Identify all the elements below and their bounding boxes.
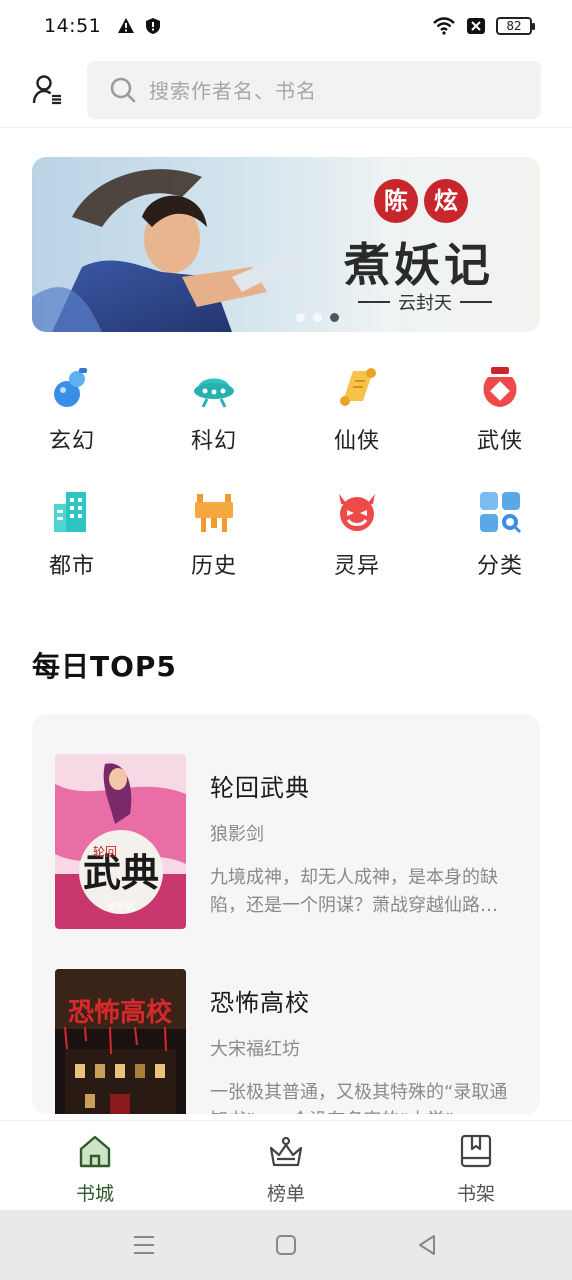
status-time: 14:51 xyxy=(44,15,102,37)
nav-label: 书城 xyxy=(75,1183,114,1205)
banner-tag-seal: 陈 炫 xyxy=(374,179,468,223)
banner-dot[interactable] xyxy=(296,313,305,322)
top-header: 搜索作者名、书名 xyxy=(0,52,572,128)
bottom-navigation: 书城 榜单 书架 xyxy=(0,1120,572,1210)
nav-label: 榜单 xyxy=(266,1183,305,1205)
book-description: 九境成神，却无人成神，是本身的缺陷，还是一个阴谋？萧战穿越仙路… xyxy=(210,867,498,916)
book-cover[interactable]: 恐怖高校 xyxy=(55,969,186,1114)
banner-dot[interactable] xyxy=(313,313,322,322)
status-bar: 14:51 82 xyxy=(0,0,572,52)
book-author: 狼影剑 xyxy=(210,824,264,845)
battery-indicator: 82 xyxy=(496,17,535,35)
book-author: 大宋福红坊 xyxy=(210,1039,300,1060)
wine-jar-icon xyxy=(483,367,517,407)
search-icon xyxy=(110,77,136,102)
book-title[interactable]: 轮回武典 xyxy=(210,768,310,803)
warning-icon xyxy=(118,18,135,33)
category-item-wuxia[interactable]: 武侠 xyxy=(450,365,550,455)
cover-title-text: 恐怖高校 xyxy=(68,997,173,1028)
battery-level: 82 xyxy=(506,19,522,33)
category-label: 科幻 xyxy=(190,429,237,454)
cover-side-text: 轮回 xyxy=(93,845,117,859)
system-navigation-bar xyxy=(0,1210,572,1280)
book-cover-art: 恐怖高校 xyxy=(55,969,186,1114)
category-item-xianxia[interactable]: 仙侠 xyxy=(307,365,407,455)
category-item-dushi[interactable]: 都市 xyxy=(22,490,122,580)
top5-list: 武典 轮回 狼影剑 轮回武典 狼影剑 九境成神，却无人成神，是本身的缺陷，还是一… xyxy=(32,714,540,1114)
banner-subtitle: 云封天 xyxy=(358,289,492,315)
cover-author-text: 狼影剑 xyxy=(107,901,134,913)
category-item-kehuan[interactable]: 科幻 xyxy=(164,365,264,455)
book-item[interactable]: 恐怖高校 恐怖高校 大宋福红坊 一张极其普通，又极其特殊的“录取通知书”，一个没… xyxy=(55,969,515,1114)
book-title[interactable]: 恐怖高校 xyxy=(210,983,310,1018)
category-label: 武侠 xyxy=(476,429,523,454)
search-placeholder: 搜索作者名、书名 xyxy=(149,79,317,103)
book-item[interactable]: 武典 轮回 狼影剑 轮回武典 狼影剑 九境成神，却无人成神，是本身的缺陷，还是一… xyxy=(55,754,515,934)
book-cover[interactable]: 武典 轮回 狼影剑 xyxy=(55,754,186,929)
user-menu-button[interactable] xyxy=(30,72,66,108)
banner-dot-active[interactable] xyxy=(330,313,339,322)
menu-icon[interactable] xyxy=(131,1232,157,1258)
category-label: 都市 xyxy=(48,554,95,579)
category-item-fenlei[interactable]: 分类 xyxy=(450,490,550,580)
category-item-lingyi[interactable]: 灵异 xyxy=(307,490,407,580)
devil-icon xyxy=(339,494,375,531)
category-label: 灵异 xyxy=(333,554,380,579)
wifi-icon xyxy=(433,17,455,35)
gourd-icon xyxy=(54,368,87,407)
no-sim-icon xyxy=(467,18,485,34)
category-label: 历史 xyxy=(190,554,237,579)
grid-search-icon xyxy=(480,492,522,534)
banner-pagination xyxy=(296,313,339,322)
banner-title: 煮妖记 xyxy=(344,238,494,292)
book-cover-art: 武典 轮回 狼影剑 xyxy=(55,754,186,929)
category-label: 仙侠 xyxy=(333,429,380,454)
ding-vessel-icon xyxy=(195,494,233,532)
crown-icon xyxy=(269,1136,303,1167)
banner-subtitle-text: 云封天 xyxy=(398,293,452,314)
section-title-top5: 每日TOP5 xyxy=(32,650,177,683)
category-item-xuanhuan[interactable]: 玄幻 xyxy=(22,365,122,455)
nav-tab-bookshelf[interactable]: 书架 xyxy=(431,1133,521,1206)
nav-tab-bookstore[interactable]: 书城 xyxy=(50,1133,140,1206)
bookshelf-icon xyxy=(460,1134,492,1168)
ufo-icon xyxy=(194,378,234,408)
category-label: 分类 xyxy=(476,554,523,579)
nav-tab-ranking[interactable]: 榜单 xyxy=(241,1133,331,1206)
user-list-icon xyxy=(32,74,61,104)
nav-label: 书架 xyxy=(456,1183,495,1205)
shield-icon xyxy=(146,18,161,34)
svg-text:陈: 陈 xyxy=(384,186,408,215)
svg-text:炫: 炫 xyxy=(434,186,458,215)
book-description: 一张极其普通，又极其特殊的“录取通知书”，一个没有名字的“大学”… xyxy=(210,1082,508,1114)
category-label: 玄幻 xyxy=(48,429,95,454)
building-icon xyxy=(54,492,86,532)
home-icon xyxy=(79,1135,111,1168)
search-input[interactable]: 搜索作者名、书名 xyxy=(87,60,541,119)
scroll-icon xyxy=(340,368,376,406)
home-square-icon[interactable] xyxy=(273,1232,299,1258)
back-icon[interactable] xyxy=(414,1232,440,1258)
category-item-lishi[interactable]: 历史 xyxy=(164,490,264,580)
banner-illustration xyxy=(32,169,302,332)
promo-banner[interactable]: 陈 炫 煮妖记 云封天 xyxy=(32,157,540,332)
